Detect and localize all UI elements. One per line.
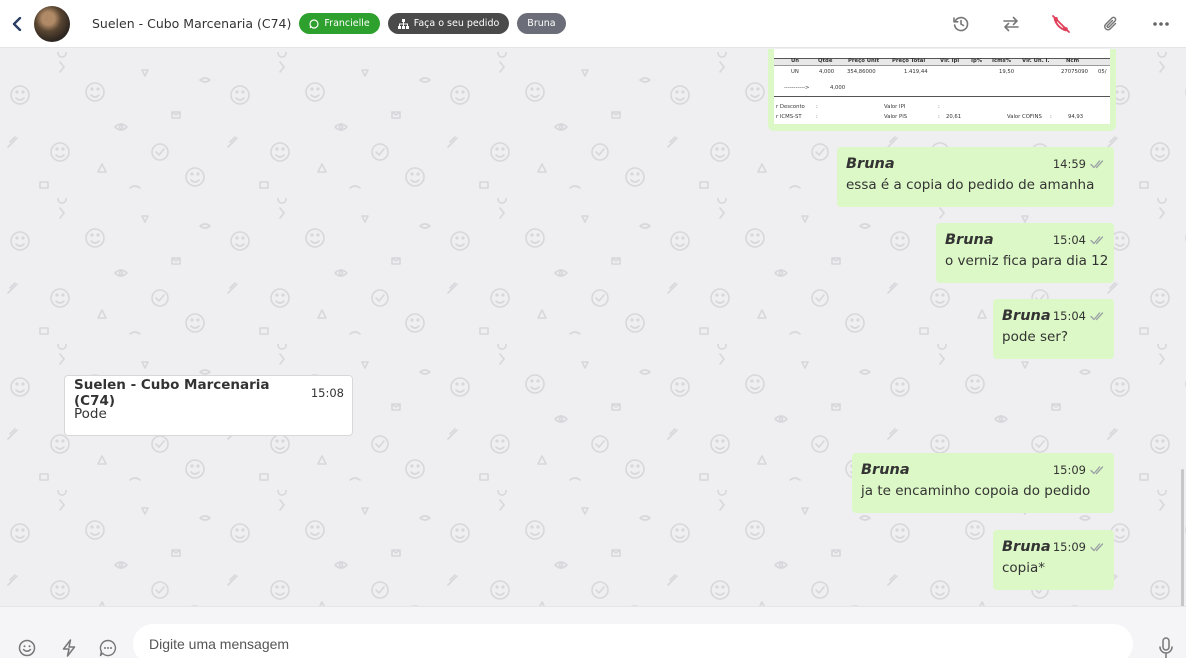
sheet-cell: 4,000	[830, 85, 846, 91]
message-bubble[interactable]: Bruna 14:59 essa é a copia do pedido de …	[837, 147, 1114, 207]
sheet-cell: Valor COFINS	[1007, 114, 1042, 120]
attach-icon	[1104, 16, 1117, 31]
message-text: copia*	[1002, 560, 1046, 576]
message-template-icon	[99, 639, 117, 657]
sheet-cell: :	[938, 114, 940, 120]
emoji-button[interactable]	[16, 637, 38, 658]
sitemap-icon	[397, 18, 409, 29]
order-document-image: Un Qtde Preço Unit Preço Total Vlr. Ipi …	[774, 49, 1110, 124]
quick-reply-button[interactable]	[58, 637, 80, 658]
message-composer	[0, 606, 1186, 658]
message-bubble[interactable]: Bruna 15:09 copia*	[993, 530, 1114, 590]
message-bubble-incoming[interactable]: Suelen - Cubo Marcenaria (C74) 15:08 Pod…	[64, 375, 353, 436]
chevron-left-icon	[12, 16, 22, 31]
sheet-cell: Valor IPI	[884, 104, 906, 110]
message-time: 15:08	[310, 386, 344, 400]
sheet-cell: 27075090	[1061, 69, 1088, 75]
sheet-cell: 94,93	[1068, 114, 1084, 120]
tag-francielle[interactable]: Francielle	[299, 13, 380, 34]
sheet-cell: r ICMS-ST	[776, 114, 802, 120]
history-button[interactable]	[936, 0, 986, 48]
sheet-cell: ----------->	[784, 85, 810, 91]
microphone-icon	[1159, 637, 1173, 658]
end-call-button[interactable]	[1036, 0, 1086, 48]
message-text: ja te encaminho copoia do pedido	[861, 483, 1091, 499]
sheet-cell: 354,86000	[847, 69, 876, 75]
message-bubble[interactable]: Bruna 15:04 pode ser?	[993, 299, 1114, 359]
sheet-cell: 05/	[1098, 69, 1107, 75]
chat-scrollbar[interactable]	[1181, 469, 1184, 606]
message-bubble[interactable]: Bruna 15:04 o verniz fica para dia 12	[936, 223, 1114, 283]
sheet-cell: 19,50	[999, 69, 1015, 75]
sheet-cell: 20,61	[946, 114, 962, 120]
sheet-header: Ncm	[1066, 58, 1080, 64]
image-message[interactable]: Un Qtde Preço Unit Preço Total Vlr. Ipi …	[768, 49, 1116, 131]
sheet-header: Icms%	[992, 58, 1012, 64]
message-sender: Bruna	[1002, 539, 1051, 555]
sheet-cell: 4,000	[819, 69, 835, 75]
contact-name[interactable]: Suelen - Cubo Marcenaria (C74)	[92, 16, 291, 31]
message-sender: Bruna	[945, 232, 994, 248]
tag-label: Faça o seu pedido	[413, 18, 500, 29]
whatsapp-icon	[309, 18, 319, 29]
sheet-header: Un	[791, 58, 800, 64]
chat-area[interactable]: Un Qtde Preço Unit Preço Total Vlr. Ipi …	[0, 49, 1186, 606]
sheet-cell: 1.419,44	[904, 69, 928, 75]
sheet-cell: r Desconto	[776, 104, 805, 110]
transfer-button[interactable]	[986, 0, 1036, 48]
message-text: essa é a copia do pedido de amanha	[846, 177, 1095, 193]
quick-reply-icon	[62, 639, 76, 657]
emoji-icon	[18, 639, 36, 657]
message-sender: Bruna	[1002, 308, 1051, 324]
sheet-header: Qtde	[818, 58, 833, 64]
double-check-icon	[1090, 160, 1104, 169]
message-input[interactable]	[133, 624, 1133, 658]
sheet-header: Vlr. Un. I.	[1022, 58, 1050, 64]
sheet-header: Preço Unit	[848, 58, 880, 64]
message-text: pode ser?	[1002, 329, 1069, 345]
chat-header: Suelen - Cubo Marcenaria (C74) Franciell…	[0, 0, 1186, 48]
message-text: o verniz fica para dia 12	[945, 253, 1109, 269]
sheet-cell: :	[938, 104, 940, 110]
message-template-button[interactable]	[97, 637, 119, 658]
double-check-icon	[1090, 236, 1104, 245]
message-bubble[interactable]: Bruna 15:09 ja te encaminho copoia do pe…	[852, 453, 1114, 513]
tag-label: Bruna	[527, 18, 556, 29]
double-check-icon	[1090, 466, 1104, 475]
message-sender: Suelen - Cubo Marcenaria (C74)	[74, 377, 270, 409]
message-sender: Bruna	[861, 462, 910, 478]
message-time: 15:09	[1052, 463, 1086, 477]
attach-button[interactable]	[1086, 0, 1136, 48]
history-icon	[953, 16, 969, 32]
sheet-cell: :	[816, 104, 818, 110]
message-time: 14:59	[1052, 157, 1086, 171]
end-call-icon	[1052, 15, 1070, 33]
microphone-button[interactable]	[1155, 637, 1177, 658]
tag-bruna[interactable]: Bruna	[517, 13, 566, 34]
tag-faca-seu-pedido[interactable]: Faça o seu pedido	[387, 13, 510, 34]
sheet-cell: :	[1050, 114, 1052, 120]
header-actions	[936, 0, 1186, 48]
sheet-header: Preço Total	[892, 58, 926, 64]
message-time: 15:09	[1052, 540, 1086, 554]
back-button[interactable]	[2, 0, 32, 48]
tag-label: Francielle	[324, 18, 370, 29]
message-sender: Bruna	[846, 156, 895, 172]
more-button[interactable]	[1136, 0, 1186, 48]
transfer-icon	[1003, 16, 1019, 32]
double-check-icon	[1090, 312, 1104, 321]
avatar[interactable]	[34, 5, 70, 42]
more-icon	[1153, 22, 1169, 26]
double-check-icon	[1090, 543, 1104, 552]
sheet-cell: Valor PIS	[884, 114, 908, 120]
sheet-cell: UN	[791, 69, 799, 75]
sheet-header: Ip%	[971, 58, 983, 64]
message-time: 15:04	[1052, 233, 1086, 247]
sheet-cell: :	[816, 114, 818, 120]
message-time: 15:04	[1052, 309, 1086, 323]
sheet-header: Vlr. Ipi	[940, 58, 960, 64]
